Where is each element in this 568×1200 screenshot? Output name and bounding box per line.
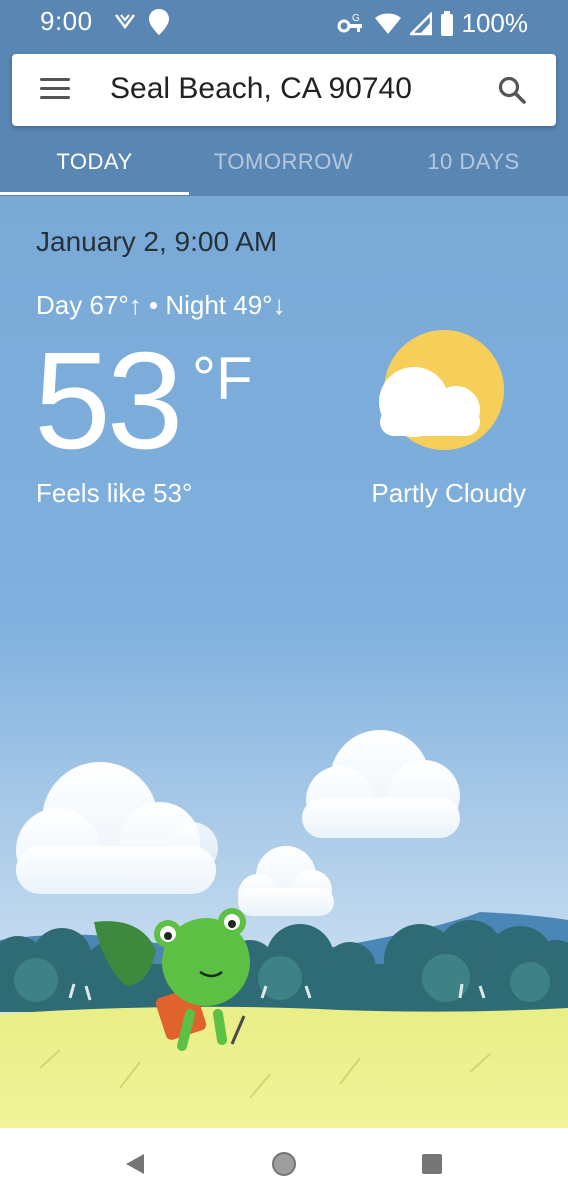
svg-text:G: G [352,13,360,24]
cloud [238,846,334,916]
condition-text: Partly Cloudy [371,478,526,508]
temperature-unit[interactable]: °F [192,344,253,413]
vpn-key-icon: G [337,13,362,32]
scene-illustration [0,730,568,1128]
home-icon[interactable] [268,1148,300,1180]
feels-like: Feels like 53° [36,478,193,508]
battery-icon [440,10,453,36]
active-tab-indicator [0,192,189,195]
forecast-datetime: January 2, 9:00 AM [36,226,278,257]
tab-tomorrow[interactable]: TOMORROW [189,140,378,196]
cloud [16,762,218,894]
system-nav-bar [0,1128,568,1200]
search-icon[interactable] [496,74,528,106]
tab-10-days[interactable]: 10 DAYS [379,140,568,196]
app-header: Seal Beach, CA 90740 TODAY TOMORROW 10 D… [0,44,568,196]
back-icon[interactable] [120,1148,152,1180]
location-text[interactable]: Seal Beach, CA 90740 [110,72,412,106]
partly-cloudy-icon [379,330,504,450]
forecast-tabs: TODAY TOMORROW 10 DAYS [0,140,568,196]
weather-panel: January 2, 9:00 AM Day 67°↑ • Night 49°↓… [0,196,568,1128]
location-icon [149,9,169,35]
wifi-icon [374,13,401,34]
recents-icon[interactable] [416,1148,448,1180]
status-time: 9:00 [40,6,93,36]
location-search-bar[interactable]: Seal Beach, CA 90740 [12,54,556,126]
cloud [302,730,460,838]
battery-percent: 100% [461,8,529,38]
cell-signal-icon [409,11,432,35]
menu-icon[interactable] [40,78,70,102]
current-temperature: 53 [34,324,183,478]
tab-today[interactable]: TODAY [0,140,189,196]
status-bar: 9:00 G 100% [0,0,568,44]
day-night-temps: Day 67°↑ • Night 49°↓ [36,290,286,320]
signal-icon [115,14,135,30]
